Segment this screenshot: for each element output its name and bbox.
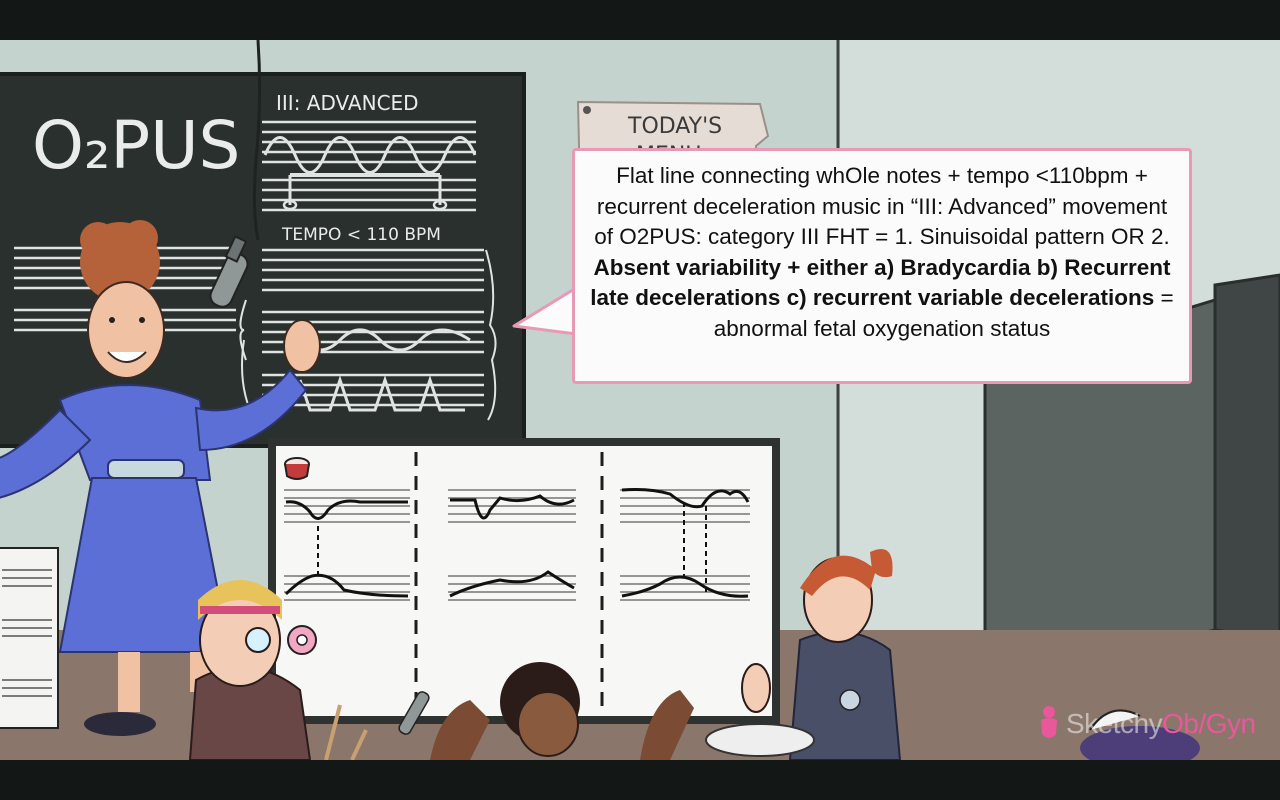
video-frame: O₂PUS III: ADVANCED TEMPO < 110 BPM TODA… xyxy=(0,0,1280,800)
chalkboard: O₂PUS III: ADVANCED TEMPO < 110 BPM xyxy=(0,72,526,448)
yoyo-icon xyxy=(287,625,317,655)
board-title: O₂PUS xyxy=(32,107,240,184)
illustration-scene: O₂PUS III: ADVANCED TEMPO < 110 BPM TODA… xyxy=(0,40,1280,760)
brand-name-part2: Ob/Gyn xyxy=(1162,708,1256,739)
callout-text-regular: Flat line connecting whOle notes + tempo… xyxy=(594,163,1170,249)
movement-heading: III: ADVANCED xyxy=(276,91,419,115)
tempo-label: TEMPO < 110 BPM xyxy=(281,225,441,245)
brand-watermark: Sketchy Ob/Gyn xyxy=(1036,702,1256,746)
callout-text-bold: Absent variability + either a) Bradycard… xyxy=(590,254,1171,311)
sheet-music-stand xyxy=(0,547,59,729)
brand-name-part1: Sketchy xyxy=(1066,708,1163,739)
brand-logo-icon xyxy=(1041,706,1057,738)
menu-title: TODAY'S xyxy=(627,114,722,139)
drum-icon xyxy=(284,457,310,480)
explanation-callout: Flat line connecting whOle notes + tempo… xyxy=(572,148,1192,384)
